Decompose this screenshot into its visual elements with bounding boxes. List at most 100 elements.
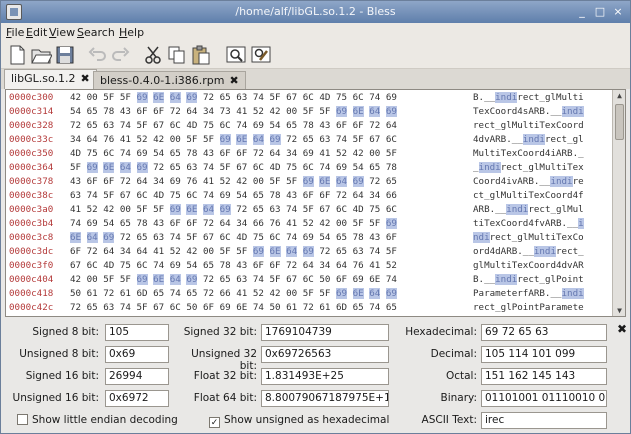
hex-byte[interactable]: 43 [319, 120, 330, 131]
hex-byte[interactable]: 78 [103, 106, 114, 117]
hex-byte[interactable]: 64 [386, 120, 397, 131]
hex-byte[interactable]: 76 [353, 260, 364, 271]
hex-byte[interactable]: 6C [303, 92, 314, 103]
tab-libgl[interactable]: libGL.so.1.2 ✖ [4, 69, 97, 89]
close-window-button[interactable]: × [610, 4, 626, 19]
ascii-text[interactable]: glMultiTexCoord4dvAR [473, 259, 584, 272]
hex-byte[interactable]: 6E [352, 106, 364, 117]
hex-byte[interactable]: 74 [120, 120, 131, 131]
hex-byte[interactable]: 66 [253, 218, 264, 229]
hex-byte[interactable]: 6E [103, 162, 115, 173]
copy-icon[interactable] [166, 44, 188, 66]
hex-byte[interactable]: 74 [170, 288, 181, 299]
hex-byte[interactable]: 6F [87, 176, 98, 187]
hex-byte[interactable]: 74 [369, 246, 380, 257]
scroll-down-icon[interactable]: ▼ [615, 306, 624, 315]
hex-byte[interactable]: 64 [270, 148, 281, 159]
hex-byte[interactable]: 6F [386, 232, 397, 243]
hex-byte[interactable]: 5F [319, 106, 330, 117]
hex-bytes[interactable]: 72 65 63 74 5F 67 6C 4D 75 6C 74 69 54 6… [70, 119, 397, 132]
hex-byte[interactable]: 6C [186, 190, 197, 201]
ascii-text[interactable]: ARB.__indirect_glMul [473, 203, 584, 216]
hex-byte[interactable]: 69 [169, 204, 181, 215]
hex-byte[interactable]: 4D [186, 120, 197, 131]
hex-byte[interactable]: 41 [319, 148, 330, 159]
hex-byte[interactable]: 74 [87, 190, 98, 201]
hex-byte[interactable]: 67 [153, 120, 164, 131]
hex-byte[interactable]: 64 [369, 288, 381, 299]
hexadecimal-field[interactable]: 69 72 65 63 [481, 324, 607, 341]
hex-byte[interactable]: 67 [286, 92, 297, 103]
hex-byte[interactable]: 50 [270, 302, 281, 313]
hex-byte[interactable]: 42 [186, 246, 197, 257]
hex-byte[interactable]: 69 [103, 232, 115, 243]
hex-byte[interactable]: 65 [386, 302, 397, 313]
hex-byte[interactable]: 6E [236, 134, 248, 145]
hex-byte[interactable]: 69 [219, 134, 231, 145]
hex-byte[interactable]: 73 [220, 106, 231, 117]
hex-byte[interactable]: 5F [353, 134, 364, 145]
hex-byte[interactable]: 43 [369, 232, 380, 243]
hex-byte[interactable]: 75 [286, 162, 297, 173]
hex-byte[interactable]: 6C [303, 274, 314, 285]
hex-byte[interactable]: 52 [137, 134, 148, 145]
hex-byte[interactable]: 50 [186, 302, 197, 313]
hex-byte[interactable]: 6F [186, 218, 197, 229]
hex-byte[interactable]: 63 [103, 120, 114, 131]
hex-byte[interactable]: 61 [286, 302, 297, 313]
hex-byte[interactable]: 61 [120, 288, 131, 299]
hex-byte[interactable]: 72 [286, 260, 297, 271]
hex-byte[interactable]: 72 [319, 246, 330, 257]
hex-byte[interactable]: 54 [236, 190, 247, 201]
ascii-text[interactable]: MultiTexCoord4iARB._ [473, 147, 584, 160]
hex-byte[interactable]: 67 [369, 134, 380, 145]
menu-help[interactable]: Help [119, 26, 144, 39]
hex-byte[interactable]: 67 [203, 232, 214, 243]
hex-byte[interactable]: 43 [153, 218, 164, 229]
new-file-icon[interactable] [6, 44, 28, 66]
hex-byte[interactable]: 4D [353, 204, 364, 215]
hex-byte[interactable]: 5F [319, 288, 330, 299]
hex-byte[interactable]: 54 [70, 106, 81, 117]
hex-byte[interactable]: 66 [220, 288, 231, 299]
ascii-text[interactable]: _indirect_glMultiTex [473, 161, 584, 174]
hex-byte[interactable]: 6C [336, 204, 347, 215]
hex-byte[interactable]: 63 [153, 232, 164, 243]
hex-byte[interactable]: 50 [70, 288, 81, 299]
hex-byte[interactable]: 52 [170, 246, 181, 257]
ascii-segment[interactable]: rect_glMulti [517, 92, 583, 103]
ascii-segment[interactable]: ParameterfARB.__ [473, 288, 562, 299]
hex-byte[interactable]: 74 [70, 218, 81, 229]
hex-byte[interactable]: 74 [253, 274, 264, 285]
hex-byte[interactable]: 69 [385, 218, 397, 229]
hex-byte[interactable]: 6C [137, 260, 148, 271]
hex-byte[interactable]: 75 [120, 260, 131, 271]
hex-byte[interactable]: 72 [70, 302, 81, 313]
hex-byte[interactable]: 43 [120, 106, 131, 117]
hex-byte[interactable]: 72 [203, 92, 214, 103]
decimal-field[interactable]: 105 114 101 099 [481, 346, 607, 363]
hex-byte[interactable]: 43 [203, 148, 214, 159]
hex-byte[interactable]: 43 [236, 260, 247, 271]
hex-byte[interactable]: 65 [220, 274, 231, 285]
unsigned8-field[interactable]: 0x69 [105, 346, 169, 363]
hex-bytes[interactable]: 54 65 78 43 6F 6F 72 64 34 73 41 52 42 0… [70, 105, 397, 118]
hex-byte[interactable]: 72 [103, 288, 114, 299]
hex-byte[interactable]: 72 [153, 162, 164, 173]
close-tab-icon[interactable]: ✖ [229, 74, 238, 87]
hex-byte[interactable]: 41 [120, 134, 131, 145]
hex-byte[interactable]: 72 [87, 246, 98, 257]
hex-byte[interactable]: 69 [269, 134, 281, 145]
hex-byte[interactable]: 63 [236, 274, 247, 285]
hex-byte[interactable]: 69 [220, 190, 231, 201]
hex-byte[interactable]: 75 [369, 204, 380, 215]
title-bar[interactable]: /home/alf/libGL.so.1.2 - Bless _ □ × [1, 1, 630, 23]
hex-bytes[interactable]: 50 61 72 61 6D 65 74 65 72 66 41 52 42 0… [70, 287, 397, 300]
hex-byte[interactable]: 5F [236, 246, 247, 257]
hex-byte[interactable]: 42 [70, 274, 81, 285]
hex-byte[interactable]: 69 [86, 162, 98, 173]
hex-byte[interactable]: 6F [336, 120, 347, 131]
hex-byte[interactable]: 63 [70, 190, 81, 201]
hex-bytes[interactable]: 43 6F 6F 72 64 34 69 76 41 52 42 00 5F 5… [70, 175, 397, 188]
hex-byte[interactable]: 75 [336, 92, 347, 103]
